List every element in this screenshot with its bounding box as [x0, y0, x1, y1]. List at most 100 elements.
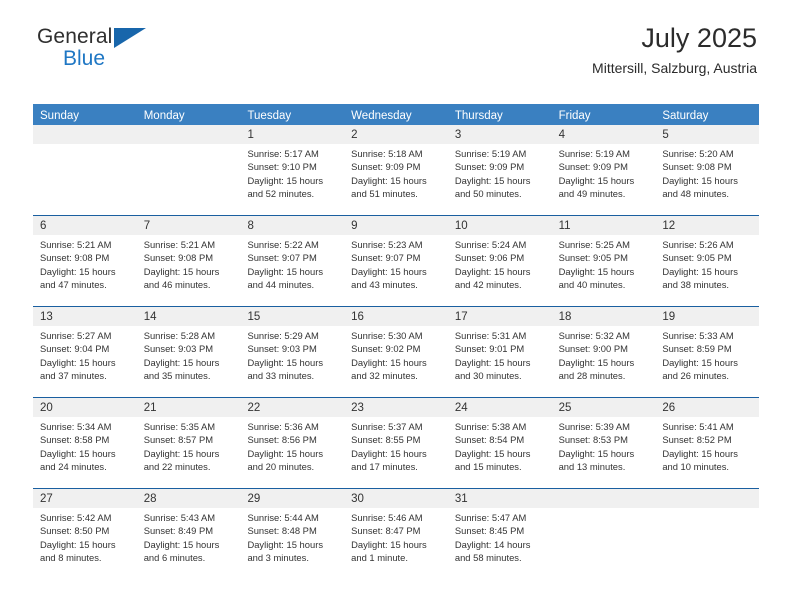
day-cell[interactable]: 24 Sunrise: 5:38 AM Sunset: 8:54 PM Dayligh… [447, 398, 552, 488]
daylight-text-line2: and 30 minutes. [454, 370, 522, 382]
daylight-text-line1: Daylight: 15 hours [558, 356, 635, 368]
triangle-icon [114, 28, 146, 48]
day-cell[interactable]: 22 Sunrise: 5:36 AM Sunset: 8:56 PM Dayligh… [240, 398, 345, 488]
sunrise-text: Sunrise: 5:30 AM [351, 330, 423, 341]
sunset-text: Sunset: 9:05 PM [662, 252, 732, 264]
day-cell[interactable]: 15 Sunrise: 5:29 AM Sunset: 9:03 PM Dayligh… [240, 307, 345, 397]
day-cell[interactable]: 1 Sunrise: 5:17 AM Sunset: 9:10 PM Daylight… [240, 125, 345, 215]
day-cell[interactable]: 31 Sunrise: 5:47 AM Sunset: 8:45 PM Dayligh… [447, 489, 552, 579]
sunset-text: Sunset: 8:52 PM [662, 434, 732, 446]
day-cell[interactable]: 30 Sunrise: 5:46 AM Sunset: 8:47 PM Dayligh… [344, 489, 448, 579]
day-number: 27 [40, 493, 53, 505]
day-cell[interactable]: 12 Sunrise: 5:26 AM Sunset: 9:05 PM Dayligh… [655, 216, 760, 306]
daylight-text-line2: and 22 minutes. [143, 461, 211, 473]
day-number: 7 [143, 220, 151, 232]
day-cell[interactable]: 29 Sunrise: 5:44 AM Sunset: 8:48 PM Dayligh… [240, 489, 345, 579]
daylight-text-line2: and 13 minutes. [558, 461, 626, 473]
day-number-band: 31 [447, 489, 552, 508]
day-number: 24 [454, 402, 468, 414]
day-cell-body: Sunrise: 5:37 AM Sunset: 8:55 PM Daylight:… [344, 417, 448, 474]
daylight-text-line1: Daylight: 15 hours [143, 538, 220, 550]
daylight-text-line1: Daylight: 15 hours [558, 174, 635, 186]
day-cell[interactable]: 13 Sunrise: 5:27 AM Sunset: 9:04 PM Dayligh… [33, 307, 137, 397]
sunrise-text: Sunrise: 5:19 AM [454, 148, 527, 159]
day-number: 30 [351, 493, 364, 505]
day-number: 2 [351, 129, 358, 141]
weekday-header-thursday: Thursday [454, 110, 503, 122]
day-number: 28 [143, 493, 157, 505]
day-cell-body: Sunrise: 5:41 AM Sunset: 8:52 PM Daylight:… [655, 417, 759, 474]
day-cell[interactable]: 19 Sunrise: 5:33 AM Sunset: 8:59 PM Dayligh… [655, 307, 760, 397]
sunrise-text: Sunrise: 5:33 AM [662, 330, 734, 341]
daylight-text-line1: Daylight: 15 hours [247, 265, 324, 277]
day-number-band: 16 [344, 307, 448, 326]
sunrise-text: Sunrise: 5:28 AM [143, 330, 216, 341]
daylight-text-line1: Daylight: 15 hours [454, 356, 531, 368]
day-cell-body: Sunrise: 5:21 AM Sunset: 9:08 PM Daylight:… [33, 235, 137, 292]
sunrise-text: Sunrise: 5:32 AM [558, 330, 630, 341]
day-cell[interactable]: 25 Sunrise: 5:39 AM Sunset: 8:53 PM Dayligh… [551, 398, 656, 488]
day-cell[interactable]: 23 Sunrise: 5:37 AM Sunset: 8:55 PM Dayligh… [344, 398, 448, 488]
day-cell[interactable]: 27 Sunrise: 5:42 AM Sunset: 8:50 PM Dayligh… [33, 489, 137, 579]
day-cell-empty [136, 125, 241, 215]
daylight-text-line2: and 8 minutes. [40, 552, 102, 564]
daylight-text-line1: Daylight: 15 hours [40, 265, 116, 277]
day-cell[interactable]: 20 Sunrise: 5:34 AM Sunset: 8:58 PM Dayligh… [33, 398, 137, 488]
day-cell-body: Sunrise: 5:17 AM Sunset: 9:10 PM Daylight:… [240, 144, 344, 201]
sunrise-text: Sunrise: 5:47 AM [454, 512, 527, 523]
day-number-band: 10 [447, 216, 552, 235]
day-cell[interactable]: 17 Sunrise: 5:31 AM Sunset: 9:01 PM Dayligh… [447, 307, 552, 397]
day-cell[interactable]: 18 Sunrise: 5:32 AM Sunset: 9:00 PM Dayligh… [551, 307, 656, 397]
sunrise-text: Sunrise: 5:34 AM [40, 421, 112, 432]
daylight-text-line1: Daylight: 15 hours [351, 356, 427, 368]
sunrise-text: Sunrise: 5:26 AM [662, 239, 734, 250]
day-cell[interactable]: 5 Sunrise: 5:20 AM Sunset: 9:08 PM Daylight… [655, 125, 760, 215]
day-cell[interactable]: 21 Sunrise: 5:35 AM Sunset: 8:57 PM Dayligh… [136, 398, 241, 488]
day-cell[interactable]: 8 Sunrise: 5:22 AM Sunset: 9:07 PM Daylight… [240, 216, 345, 306]
daylight-text-line2: and 33 minutes. [247, 370, 315, 382]
day-cell[interactable]: 28 Sunrise: 5:43 AM Sunset: 8:49 PM Dayligh… [136, 489, 241, 579]
day-number: 21 [143, 402, 157, 414]
day-cell[interactable]: 3 Sunrise: 5:19 AM Sunset: 9:09 PM Daylight… [447, 125, 552, 215]
day-cell[interactable]: 14 Sunrise: 5:28 AM Sunset: 9:03 PM Dayligh… [136, 307, 241, 397]
day-number-band: 3 [447, 125, 552, 144]
sunrise-text: Sunrise: 5:35 AM [143, 421, 216, 432]
day-cell-body: Sunrise: 5:29 AM Sunset: 9:03 PM Daylight:… [240, 326, 344, 383]
daylight-text-line2: and 15 minutes. [454, 461, 522, 473]
day-cell-body: Sunrise: 5:18 AM Sunset: 9:09 PM Daylight:… [344, 144, 448, 201]
day-cell[interactable]: 26 Sunrise: 5:41 AM Sunset: 8:52 PM Dayligh… [655, 398, 760, 488]
daylight-text-line2: and 6 minutes. [143, 552, 206, 564]
sunrise-text: Sunrise: 5:37 AM [351, 421, 423, 432]
sunset-text: Sunset: 8:47 PM [351, 525, 421, 537]
day-number-band: 17 [447, 307, 552, 326]
daylight-text-line2: and 37 minutes. [40, 370, 107, 382]
day-cell[interactable]: 4 Sunrise: 5:19 AM Sunset: 9:09 PM Daylight… [551, 125, 656, 215]
day-cell-body: Sunrise: 5:32 AM Sunset: 9:00 PM Daylight:… [552, 326, 656, 383]
day-cell-body: Sunrise: 5:25 AM Sunset: 9:05 PM Daylight:… [552, 235, 656, 292]
daylight-text-line2: and 51 minutes. [351, 188, 418, 200]
day-cell-body: Sunrise: 5:21 AM Sunset: 9:08 PM Daylight:… [137, 235, 241, 292]
day-cell[interactable]: 11 Sunrise: 5:25 AM Sunset: 9:05 PM Dayligh… [551, 216, 656, 306]
day-cell-body: Sunrise: 5:36 AM Sunset: 8:56 PM Daylight:… [240, 417, 344, 474]
sunrise-text: Sunrise: 5:46 AM [351, 512, 423, 523]
day-cell[interactable]: 2 Sunrise: 5:18 AM Sunset: 9:09 PM Daylight… [344, 125, 448, 215]
day-number-band [136, 125, 241, 144]
day-cell-empty [551, 489, 656, 579]
day-number: 16 [351, 311, 364, 323]
daylight-text-line2: and 49 minutes. [558, 188, 626, 200]
day-cell-body: Sunrise: 5:30 AM Sunset: 9:02 PM Daylight:… [344, 326, 448, 383]
daylight-text-line2: and 46 minutes. [143, 279, 211, 291]
daylight-text-line2: and 20 minutes. [247, 461, 315, 473]
day-cell[interactable]: 7 Sunrise: 5:21 AM Sunset: 9:08 PM Daylight… [136, 216, 241, 306]
day-cell[interactable]: 9 Sunrise: 5:23 AM Sunset: 9:07 PM Daylight… [344, 216, 448, 306]
day-number-band: 28 [136, 489, 241, 508]
day-number-band [33, 125, 137, 144]
sunset-text: Sunset: 9:07 PM [351, 252, 421, 264]
sunset-text: Sunset: 8:54 PM [454, 434, 525, 446]
day-cell[interactable]: 6 Sunrise: 5:21 AM Sunset: 9:08 PM Daylight… [33, 216, 137, 306]
day-cell[interactable]: 16 Sunrise: 5:30 AM Sunset: 9:02 PM Dayligh… [344, 307, 448, 397]
daylight-text-line1: Daylight: 15 hours [247, 447, 324, 459]
day-number-band: 15 [240, 307, 345, 326]
general-blue-logo[interactable]: General Blue [37, 26, 237, 78]
day-cell[interactable]: 10 Sunrise: 5:24 AM Sunset: 9:06 PM Dayligh… [447, 216, 552, 306]
